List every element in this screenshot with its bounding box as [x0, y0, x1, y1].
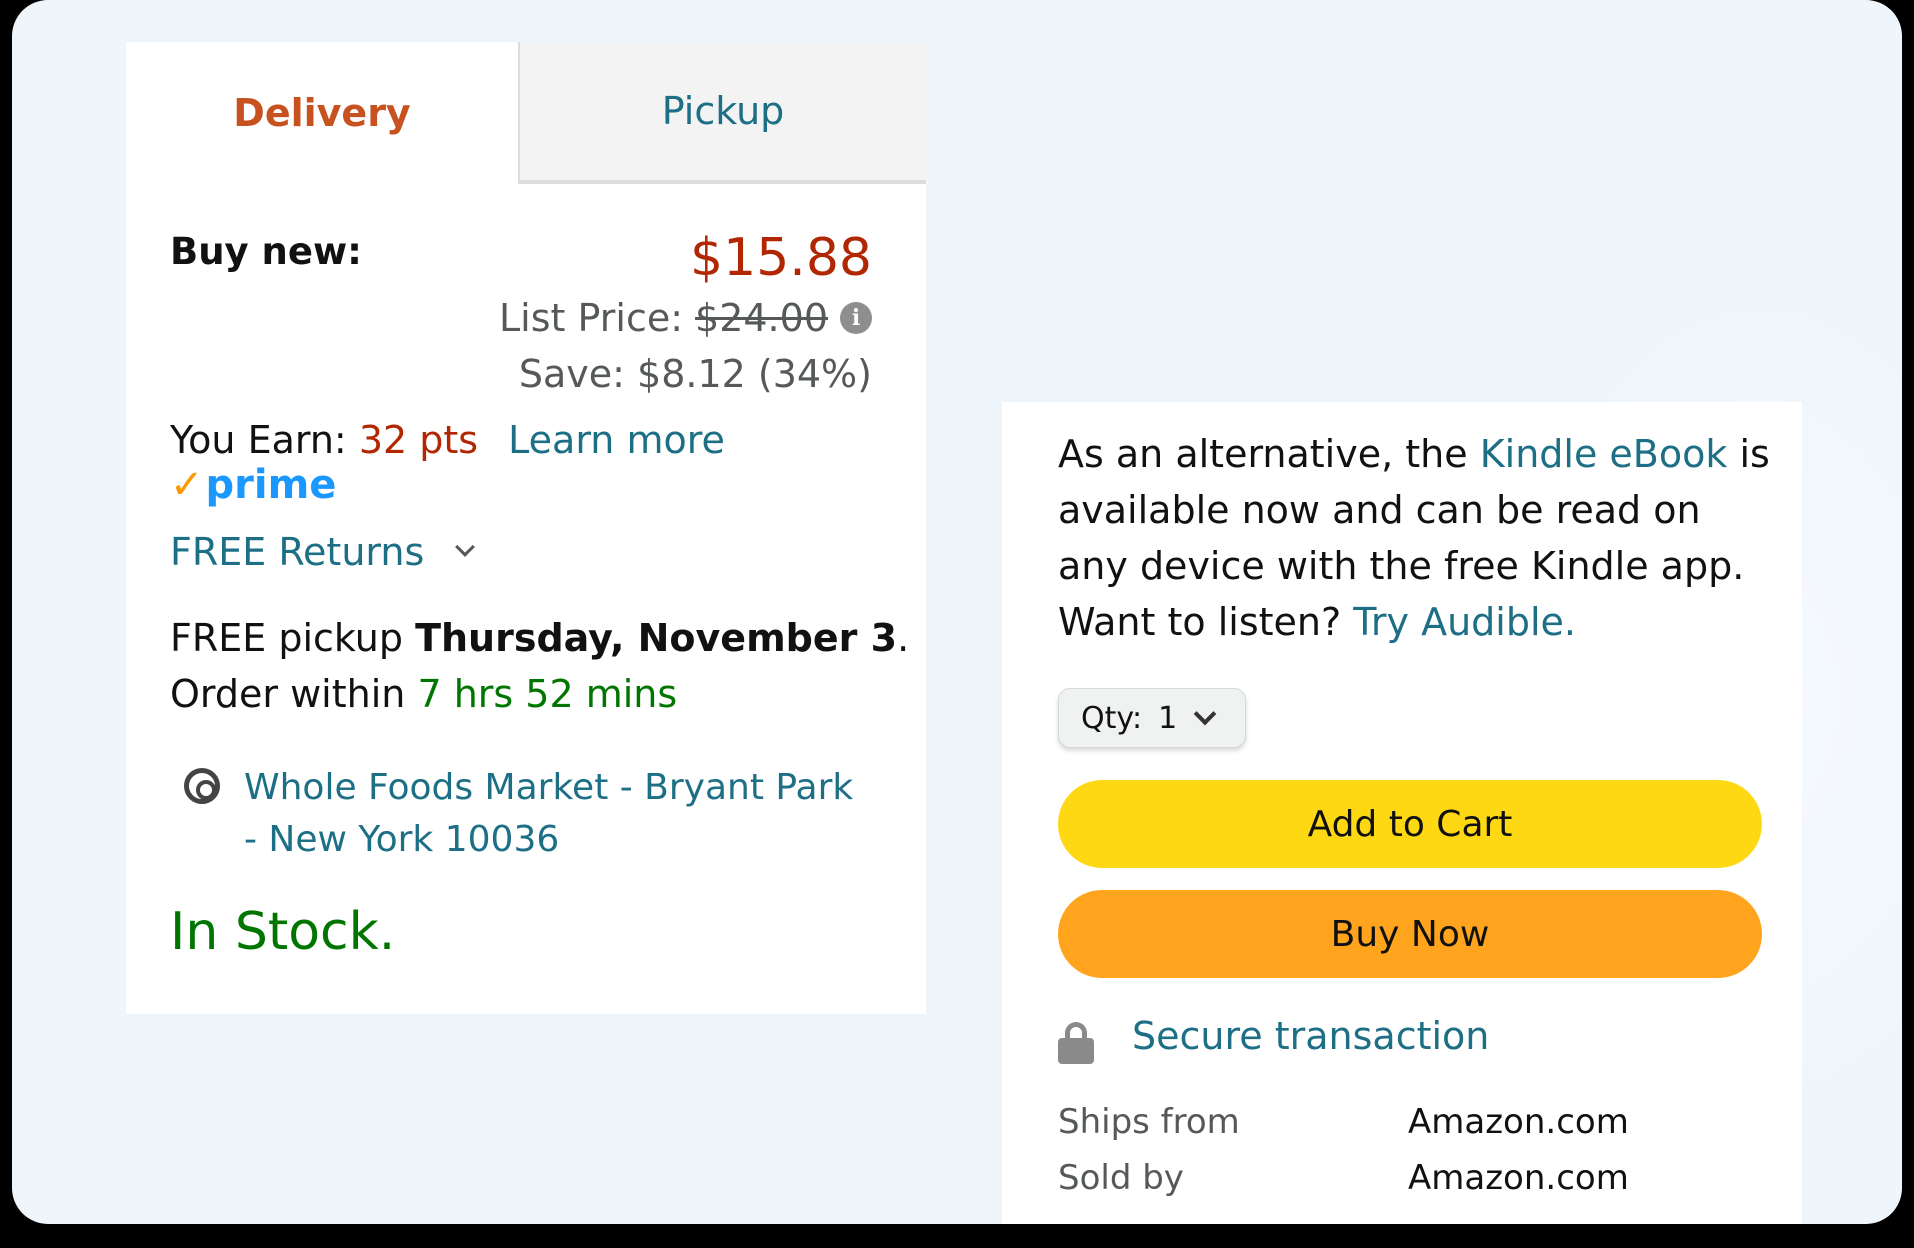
free-returns-link[interactable]: FREE Returns	[170, 530, 476, 574]
fulfillment-tabs: Delivery Pickup	[126, 42, 926, 184]
screen-background: Delivery Pickup Buy new: $15.88 List Pri…	[12, 0, 1902, 1224]
location-pin-icon	[184, 768, 220, 804]
tab-delivery[interactable]: Delivery	[126, 42, 518, 184]
list-price: List Price: $24.00 i	[499, 296, 872, 340]
sold-by-value: Amazon.com	[1408, 1158, 1629, 1198]
earn-points: You Earn: 32 pts Learn more	[170, 418, 725, 462]
order-within-time: 7 hrs 52 mins	[417, 672, 678, 716]
prime-check-icon: ✓	[170, 462, 204, 508]
alt-text-start: As an alternative, the	[1058, 432, 1468, 476]
kindle-alternative: As an alternative, the Kindle eBook is a…	[1058, 426, 1778, 650]
chevron-down-icon	[455, 537, 476, 557]
qty-value: 1	[1158, 700, 1178, 736]
pickup-suffix: .	[897, 616, 910, 660]
earn-label: You Earn:	[170, 418, 347, 462]
earn-points-value: 32 pts	[358, 418, 479, 462]
savings: Save: $8.12 (34%)	[518, 352, 872, 396]
prime-label: prime	[205, 462, 337, 508]
info-icon[interactable]: i	[840, 302, 872, 334]
buy-now-button[interactable]: Buy Now	[1058, 890, 1762, 978]
buy-new-label: Buy new:	[170, 230, 362, 273]
learn-more-link[interactable]: Learn more	[508, 418, 725, 462]
list-price-value: $24.00	[695, 296, 828, 340]
buy-box-panel: Delivery Pickup Buy new: $15.88 List Pri…	[126, 42, 926, 1014]
ships-from-label: Ships from	[1058, 1102, 1240, 1142]
secure-transaction-link[interactable]: Secure transaction	[1132, 1014, 1489, 1058]
free-returns-label: FREE Returns	[170, 530, 425, 574]
prime-badge: ✓ prime	[170, 462, 336, 508]
pickup-date: Thursday, November 3	[415, 616, 898, 660]
stock-status: In Stock.	[170, 902, 396, 962]
chevron-down-icon	[1193, 702, 1217, 726]
try-audible-link[interactable]: Try Audible.	[1353, 600, 1576, 644]
tab-pickup[interactable]: Pickup	[518, 42, 926, 184]
purchase-panel: As an alternative, the Kindle eBook is a…	[1002, 402, 1802, 1224]
kindle-ebook-link[interactable]: Kindle eBook	[1480, 432, 1728, 476]
lock-icon	[1058, 1022, 1094, 1064]
qty-label: Qty:	[1081, 700, 1143, 736]
list-price-label: List Price:	[499, 296, 684, 340]
order-within: Order within 7 hrs 52 mins	[170, 672, 677, 716]
order-within-label: Order within	[170, 672, 406, 716]
sold-by-label: Sold by	[1058, 1158, 1184, 1198]
pickup-location-link[interactable]: Whole Foods Market - Bryant Park - New Y…	[244, 762, 864, 866]
price: $15.88	[690, 228, 872, 288]
ships-from-value: Amazon.com	[1408, 1102, 1629, 1142]
quantity-select[interactable]: Qty: 1	[1058, 688, 1246, 748]
pickup-prefix: FREE pickup	[170, 616, 403, 660]
pickup-info: FREE pickup Thursday, November 3.	[170, 616, 909, 660]
add-to-cart-button[interactable]: Add to Cart	[1058, 780, 1762, 868]
